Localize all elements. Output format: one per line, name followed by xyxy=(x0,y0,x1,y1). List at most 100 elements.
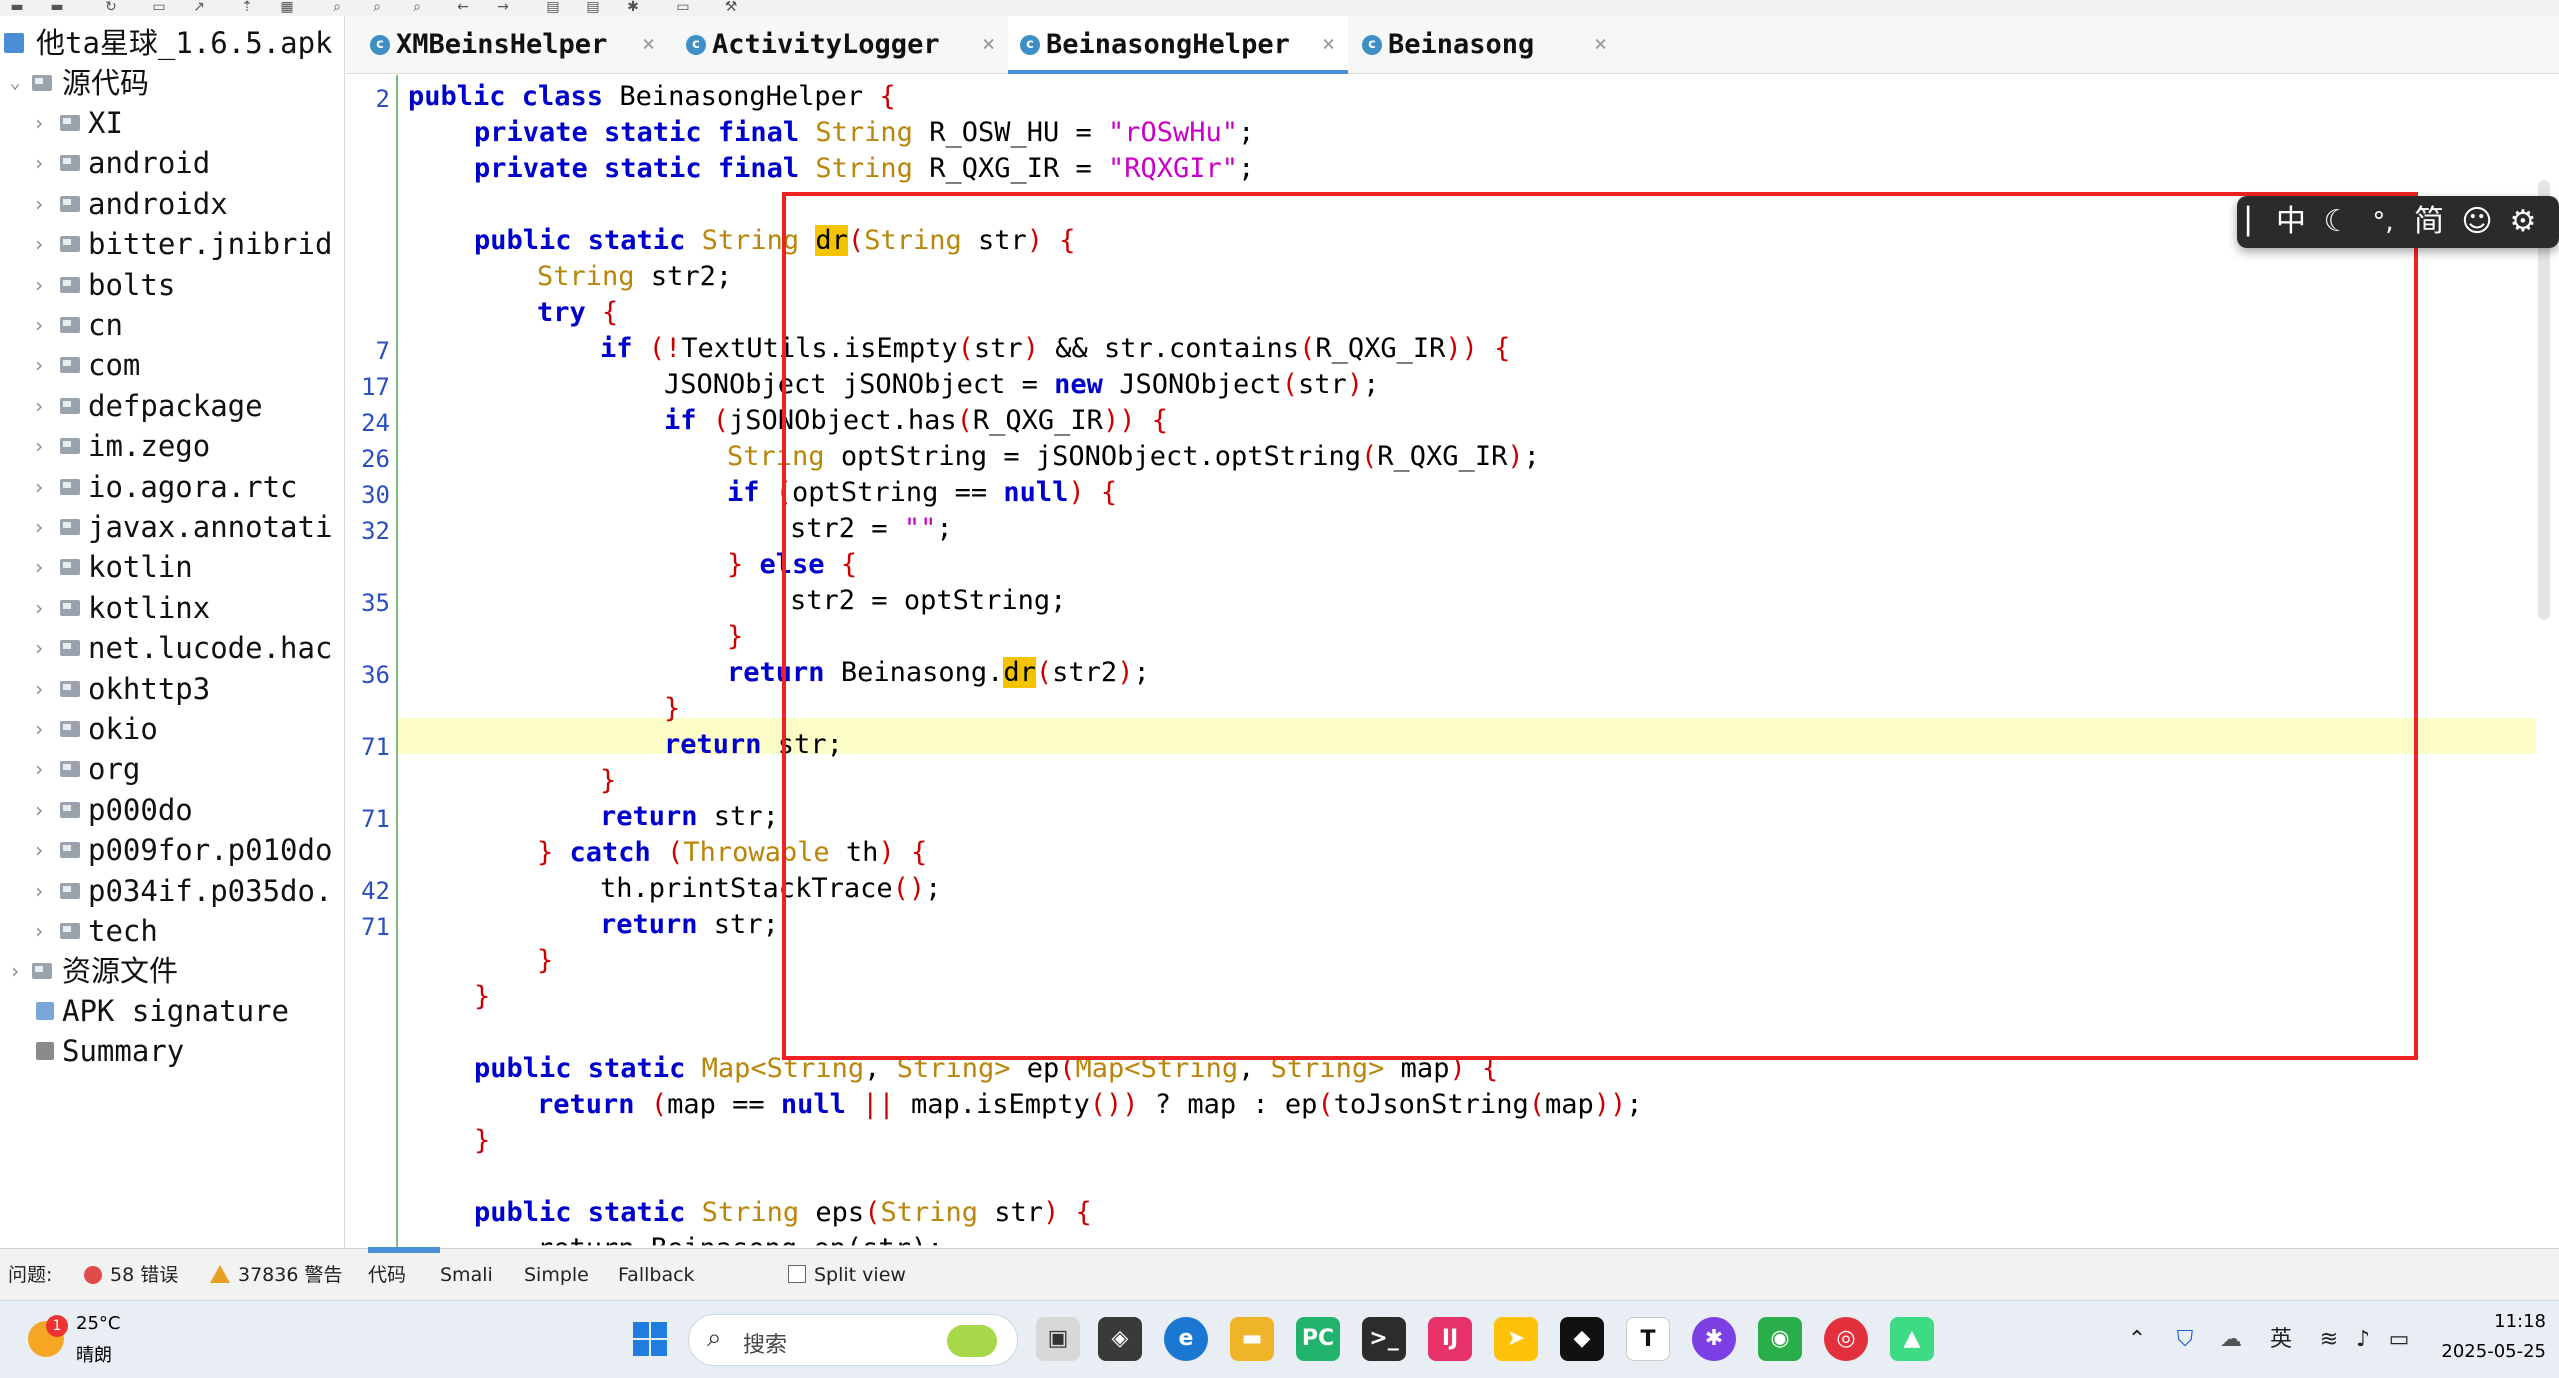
view-tab-simple[interactable]: Simple xyxy=(524,1249,589,1301)
ime-emoji-icon[interactable]: ☺ xyxy=(2457,202,2497,242)
tree-package-item[interactable]: › kotlinx xyxy=(0,588,344,628)
search-usage-icon[interactable]: ⌕ xyxy=(406,0,428,14)
chevron-right-icon[interactable]: › xyxy=(30,749,48,789)
tab-beinasonghelper[interactable]: c BeinasongHelper × xyxy=(1008,16,1348,74)
chevron-right-icon[interactable]: › xyxy=(30,143,48,183)
chevron-right-icon[interactable]: › xyxy=(30,467,48,507)
log-icon[interactable]: ▤ xyxy=(582,0,604,14)
view-tab-smali[interactable]: Smali xyxy=(440,1249,493,1301)
ime-punctuation-icon[interactable]: °, xyxy=(2363,202,2403,242)
close-tab-icon[interactable]: × xyxy=(642,16,655,74)
tray-wifi-icon[interactable]: ≋ xyxy=(2314,1301,2344,1378)
chevron-right-icon[interactable]: › xyxy=(30,669,48,709)
tree-package-item[interactable]: › com xyxy=(0,345,344,385)
task-view-icon[interactable]: ▣ xyxy=(1036,1317,1080,1361)
netease-music-icon[interactable]: ◎ xyxy=(1824,1317,1868,1361)
tab-beinasong[interactable]: c Beinasong × xyxy=(1362,16,1622,74)
chevron-right-icon[interactable]: › xyxy=(30,830,48,870)
tray-ime-lang[interactable]: 英 xyxy=(2264,1301,2298,1378)
ime-moon-icon[interactable]: ☾ xyxy=(2317,202,2357,242)
split-view-checkbox[interactable] xyxy=(788,1265,806,1283)
weather-desc[interactable]: 晴朗 xyxy=(76,1341,112,1367)
search-icon[interactable]: ⌕ xyxy=(326,0,348,14)
tree-package-item[interactable]: › io.agora.rtc xyxy=(0,467,344,507)
tree-resources[interactable]: › 资源文件 xyxy=(0,951,344,991)
tray-date[interactable]: 2025-05-25 xyxy=(2430,1341,2546,1362)
chevron-right-icon[interactable]: › xyxy=(30,386,48,426)
edge-browser-icon[interactable]: e xyxy=(1164,1317,1208,1361)
file-explorer-icon[interactable]: ▬ xyxy=(1230,1317,1274,1361)
tree-package-item[interactable]: › bolts xyxy=(0,265,344,305)
chevron-right-icon[interactable]: › xyxy=(30,871,48,911)
chevron-right-icon[interactable]: › xyxy=(30,911,48,951)
reload-icon[interactable]: ↻ xyxy=(100,0,122,14)
tab-activitylogger[interactable]: c ActivityLogger × xyxy=(686,16,1006,74)
tree-package-item[interactable]: › XI xyxy=(0,103,344,143)
back-arrow-icon[interactable]: ← xyxy=(452,0,474,14)
decompile-icon[interactable]: ▤ xyxy=(542,0,564,14)
grid-icon[interactable]: ▦ xyxy=(276,0,298,14)
tree-package-item[interactable]: › org xyxy=(0,749,344,789)
chevron-right-icon[interactable]: › xyxy=(30,345,48,385)
tree-package-item[interactable]: › kotlin xyxy=(0,547,344,587)
tree-package-item[interactable]: › bitter.jnibrid xyxy=(0,224,344,264)
tree-package-item[interactable]: › im.zego xyxy=(0,426,344,466)
chevron-right-icon[interactable]: › xyxy=(30,628,48,668)
wechat-icon[interactable]: ◉ xyxy=(1758,1317,1802,1361)
tray-chevron-up-icon[interactable]: ⌃ xyxy=(2122,1301,2152,1378)
chevron-right-icon[interactable]: › xyxy=(30,103,48,143)
windows-start-icon[interactable] xyxy=(628,1317,672,1361)
android-studio-icon[interactable]: ▲ xyxy=(1890,1317,1934,1361)
code-editor[interactable]: 2 7 17 24 26 30 32 35 36 71 71 42 71 pub… xyxy=(346,75,2536,1247)
tree-package-item[interactable]: › p000do xyxy=(0,790,344,830)
pycharm-icon[interactable]: PC xyxy=(1296,1317,1340,1361)
tree-package-item[interactable]: › android xyxy=(0,143,344,183)
save-icon[interactable]: ▭ xyxy=(148,0,170,14)
tray-shield-icon[interactable]: ⛉ xyxy=(2168,1301,2202,1378)
ime-chinese-toggle[interactable]: 中 xyxy=(2271,202,2311,242)
cursor-app-icon[interactable]: ◆ xyxy=(1560,1317,1604,1361)
settings-wrench-icon[interactable]: ⚒ xyxy=(720,0,742,14)
open-folder-icon[interactable]: ▬ xyxy=(6,0,28,14)
warnings-count[interactable]: 37836 警告 xyxy=(238,1249,342,1301)
chevron-right-icon[interactable]: › xyxy=(30,709,48,749)
chevron-right-icon[interactable]: › xyxy=(6,951,24,991)
tray-volume-icon[interactable]: ♪ xyxy=(2348,1301,2378,1378)
chevron-right-icon[interactable]: › xyxy=(30,426,48,466)
tray-cloud-icon[interactable]: ☁ xyxy=(2214,1301,2248,1378)
tree-summary[interactable]: Summary xyxy=(0,1031,344,1071)
chevron-right-icon[interactable]: › xyxy=(30,790,48,830)
typora-icon[interactable]: T xyxy=(1626,1317,1670,1361)
errors-count[interactable]: 58 错误 xyxy=(110,1249,178,1301)
chevron-right-icon[interactable]: › xyxy=(30,588,48,628)
add-file-icon[interactable]: ▬ xyxy=(46,0,68,14)
tray-time[interactable]: 11:18 xyxy=(2436,1311,2546,1332)
chevron-right-icon[interactable]: › xyxy=(30,224,48,264)
ime-simplified-toggle[interactable]: 简 xyxy=(2409,202,2449,242)
export-icon[interactable]: ↗ xyxy=(188,0,210,14)
tab-xmbeinshelper[interactable]: c XMBeinsHelper × xyxy=(370,16,670,74)
upload-icon[interactable]: ⇡ xyxy=(236,0,258,14)
view-tab-code[interactable]: 代码 xyxy=(368,1249,406,1301)
tree-package-item[interactable]: › okio xyxy=(0,709,344,749)
tree-package-item[interactable]: › javax.annotati xyxy=(0,507,344,547)
tray-battery-icon[interactable]: ▭ xyxy=(2382,1301,2416,1378)
chevron-right-icon[interactable]: › xyxy=(30,184,48,224)
chevron-right-icon[interactable]: › xyxy=(30,547,48,587)
tree-source-code[interactable]: ⌄ 源代码 xyxy=(0,63,344,103)
chevron-down-icon[interactable]: ⌄ xyxy=(6,63,24,103)
ime-settings-icon[interactable]: ⚙ xyxy=(2503,202,2543,242)
intellij-icon[interactable]: IJ xyxy=(1428,1317,1472,1361)
tree-package-item[interactable]: › androidx xyxy=(0,184,344,224)
forward-arrow-icon[interactable]: → xyxy=(492,0,514,14)
tree-package-item[interactable]: › net.lucode.hac xyxy=(0,628,344,668)
search-class-icon[interactable]: ⌕ xyxy=(366,0,388,14)
sublime-icon[interactable]: ➤ xyxy=(1494,1317,1538,1361)
log-viewer-icon[interactable]: ▭ xyxy=(672,0,694,14)
debug-bug-icon[interactable]: ✱ xyxy=(622,0,644,14)
jadx-icon[interactable]: ✱ xyxy=(1692,1317,1736,1361)
weather-temp[interactable]: 25°C xyxy=(76,1313,120,1334)
tree-apk-signature[interactable]: APK signature xyxy=(0,991,344,1031)
tree-package-item[interactable]: › p009for.p010do xyxy=(0,830,344,870)
tree-package-item[interactable]: › okhttp3 xyxy=(0,669,344,709)
